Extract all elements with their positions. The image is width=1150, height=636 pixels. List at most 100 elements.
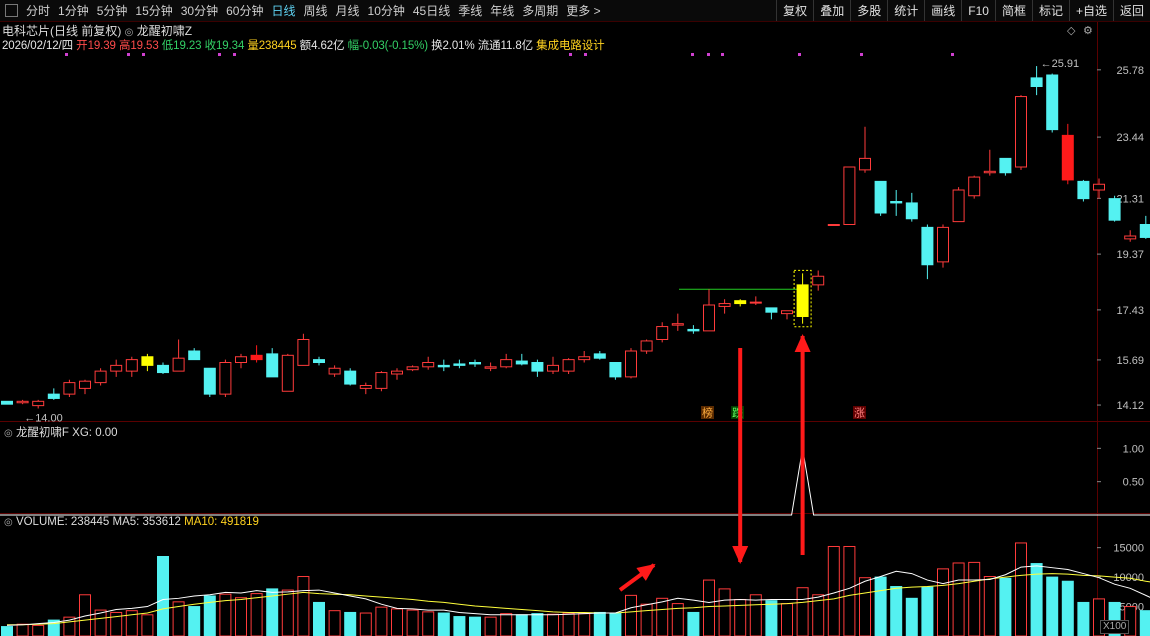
candle-body-49 (765, 307, 778, 313)
volume-bar-19 (297, 576, 310, 636)
candle-body-58 (905, 202, 918, 220)
volume-bar-36 (562, 612, 575, 636)
candle-body-3 (47, 393, 60, 399)
candle-body-2 (32, 400, 45, 407)
volume-bar-38 (593, 611, 606, 636)
volume-bar-65 (1015, 542, 1027, 636)
volume-bar-58 (905, 597, 918, 636)
candle-body-1 (16, 400, 29, 404)
volume-bar-41 (640, 603, 653, 636)
candle-body-29 (453, 363, 466, 366)
candle-body-9 (141, 356, 154, 366)
volume-bar-33 (515, 614, 528, 636)
candle-body-39 (609, 362, 622, 378)
candle-body-63 (983, 170, 996, 174)
volume-bar-34 (531, 613, 544, 636)
candle-body-21 (328, 367, 341, 375)
top-marker-12 (951, 53, 954, 56)
top-marker-1 (127, 53, 130, 56)
volume-bar-45 (703, 579, 715, 636)
candle-body-54 (843, 166, 856, 225)
candle-body-27 (422, 362, 435, 368)
candle-body-35 (547, 364, 559, 372)
candle-body-19 (297, 339, 310, 366)
candle-body-7 (110, 364, 123, 372)
candle-body-25 (391, 370, 403, 375)
volume-bar-16 (250, 593, 263, 636)
volume-bar-37 (578, 613, 591, 636)
unit-badge: X100 (1100, 620, 1130, 634)
top-marker-11 (860, 53, 863, 56)
volume-bar-67 (1046, 576, 1059, 636)
top-marker-10 (798, 53, 801, 56)
high-annotation: ←25.91 (1041, 58, 1080, 70)
volume-bar-15 (235, 597, 247, 636)
candle-body-42 (656, 326, 669, 340)
volume-bar-44 (687, 611, 700, 636)
candle-body-44 (687, 328, 700, 332)
candle-body-34 (531, 362, 544, 372)
volume-bar-42 (656, 597, 669, 636)
volume-bar-59 (921, 586, 934, 636)
kline-chart[interactable]: 14.1215.6917.4319.3721.3123.4425.78←14.0… (0, 0, 1150, 636)
candle-body-24 (375, 372, 388, 389)
candle-body-0 (1, 400, 13, 405)
candle-body-23 (359, 385, 372, 389)
top-marker-7 (691, 53, 694, 56)
candle-body-55 (859, 157, 871, 171)
candle-body-41 (640, 340, 653, 352)
top-marker-9 (721, 53, 724, 56)
volume-bar-12 (188, 606, 201, 636)
candle-body-15 (235, 356, 247, 363)
candle-body-8 (125, 359, 138, 372)
xg-line (0, 448, 1150, 516)
volume-bar-69 (1077, 601, 1090, 636)
candle-body-59 (921, 226, 934, 266)
volume-bar-39 (609, 612, 622, 636)
candle-body-57 (890, 201, 903, 204)
volume-bar-50 (781, 603, 793, 636)
volume-bar-64 (999, 577, 1012, 636)
marker-bang: 榜 (702, 406, 713, 420)
candle-body-53 (827, 224, 840, 226)
candle-body-64 (999, 157, 1012, 174)
low-annotation: ←14.00 (24, 413, 63, 425)
candle-body-45 (703, 304, 715, 332)
candle-body-14 (219, 362, 232, 395)
candle-body-56 (874, 180, 887, 214)
volume-bar-2 (32, 624, 45, 636)
volume-bar-24 (375, 606, 388, 636)
volume-bar-40 (625, 594, 637, 636)
volume-bar-10 (157, 556, 169, 636)
candle-body-67 (1046, 74, 1059, 131)
price-tick-label-1: 15.69 (1116, 355, 1144, 367)
candle-body-17 (266, 353, 279, 378)
candle-body-12 (188, 350, 201, 361)
top-marker-0 (65, 53, 68, 56)
candle-body-48 (749, 301, 762, 304)
price-tick-label-3: 19.37 (1116, 249, 1144, 261)
volume-bar-27 (422, 611, 435, 636)
candle-body-66 (1030, 77, 1043, 87)
candle-body-46 (718, 303, 731, 307)
top-marker-3 (218, 53, 221, 56)
price-tick-label-5: 23.44 (1116, 132, 1144, 144)
volume-bar-35 (547, 613, 559, 636)
top-marker-4 (233, 53, 236, 56)
candle-body-70 (1093, 183, 1105, 191)
up-arrow-head (794, 334, 811, 352)
volume-bar-46 (718, 588, 731, 636)
volume-bar-51 (796, 587, 809, 636)
volume-bar-9 (141, 614, 154, 636)
candle-body-36 (562, 359, 575, 372)
candle-body-11 (172, 357, 185, 372)
volume-bar-54 (843, 545, 856, 636)
top-marker-6 (584, 53, 587, 56)
volume-bar-28 (437, 612, 450, 636)
candle-body-10 (157, 364, 169, 374)
volume-bar-20 (313, 601, 325, 636)
top-marker-2 (142, 53, 145, 56)
candle-body-13 (203, 367, 216, 395)
marker-zhang: 涨 (854, 407, 865, 420)
candle-body-20 (313, 359, 325, 363)
